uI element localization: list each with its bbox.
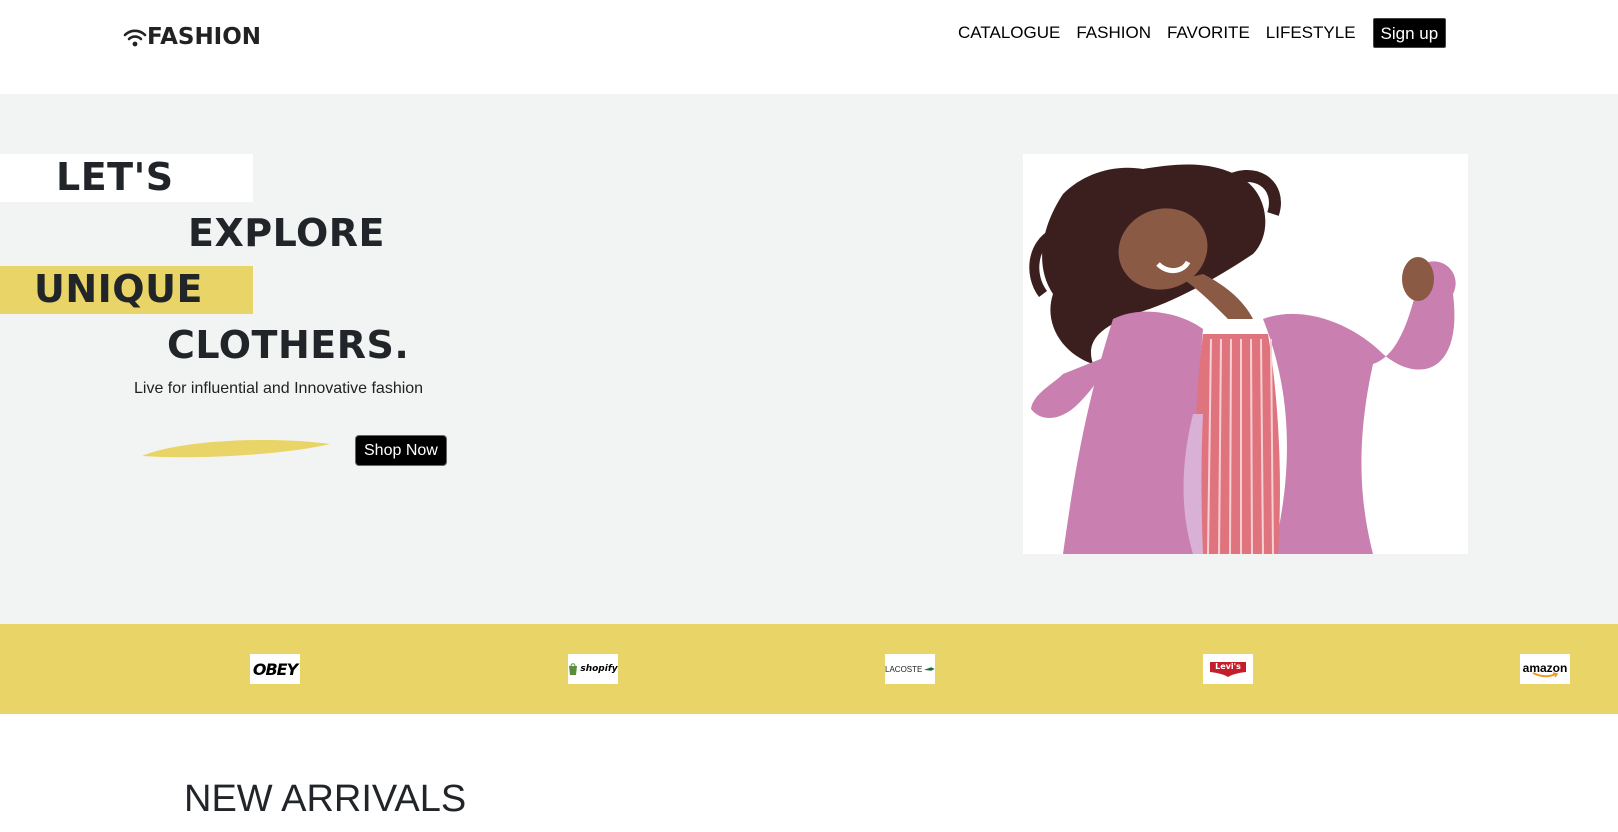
brand-levis-text: Levi's (1215, 662, 1241, 671)
shop-now-button[interactable]: Shop Now (355, 435, 447, 466)
nav-catalogue[interactable]: CATALOGUE (958, 20, 1060, 46)
hero-model-image (1023, 154, 1468, 554)
nav-favorite[interactable]: FAVORITE (1167, 20, 1250, 46)
nav-lifestyle[interactable]: LIFESTYLE (1266, 20, 1356, 46)
brand-amazon-text: amazon (1522, 660, 1568, 675)
wifi-icon (123, 29, 147, 47)
brand-logo-shopify[interactable]: shopify (568, 654, 618, 684)
signup-button[interactable]: Sign up (1372, 18, 1447, 48)
brand-shopify-text: shopify (580, 664, 618, 674)
crocodile-icon (924, 667, 935, 671)
brand-logo-lacoste[interactable]: LACOSTE (885, 654, 935, 684)
brand-logo-obey[interactable]: OBEY (250, 654, 300, 684)
headline-line-3: UNIQUE (34, 267, 203, 311)
headline-line-4: CLOTHERS. (167, 323, 410, 367)
brand-logo-levis[interactable]: Levi's (1203, 654, 1253, 684)
brush-stroke-decoration (142, 440, 330, 458)
shopify-bag-icon (569, 663, 578, 675)
logo[interactable]: FASHION (123, 20, 261, 54)
main-nav: CATALOGUE FASHION FAVORITE LIFESTYLE Sig… (958, 18, 1447, 48)
headline-line-1: LET'S (56, 155, 174, 199)
nav-fashion[interactable]: FASHION (1076, 20, 1151, 46)
hero-tagline: Live for influential and Innovative fash… (134, 380, 424, 397)
site-header: FASHION CATALOGUE FASHION FAVORITE LIFES… (0, 0, 1618, 94)
brand-obey-text: OBEY (252, 659, 298, 679)
headline-line-2: EXPLORE (188, 211, 385, 255)
brand-lacoste-text: LACOSTE (885, 664, 923, 674)
brands-band: OBEY shopify LACOSTE Levi's amazon (0, 624, 1618, 714)
new-arrivals-heading: NEW ARRIVALS (184, 778, 467, 820)
logo-text: FASHION (147, 24, 262, 50)
hero-section: LET'S EXPLORE UNIQUE CLOTHERS. Live for … (0, 94, 1618, 624)
brand-logo-amazon[interactable]: amazon (1520, 654, 1570, 684)
